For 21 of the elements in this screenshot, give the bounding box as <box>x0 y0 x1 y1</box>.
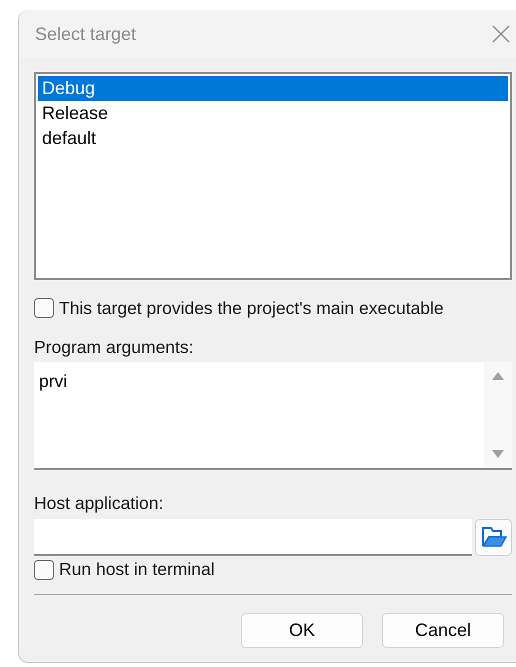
list-item[interactable]: Debug <box>38 76 508 101</box>
list-item[interactable]: Release <box>38 101 508 126</box>
arguments-field[interactable]: prvi <box>34 362 512 470</box>
scroll-up-icon[interactable] <box>492 372 504 380</box>
scroll-down-icon[interactable] <box>492 450 504 458</box>
checkbox-label: Run host in terminal <box>59 558 215 582</box>
checkbox-label: This target provides the project's main executable <box>59 296 444 320</box>
window-title: Select target <box>35 22 136 46</box>
checkbox[interactable] <box>34 298 54 318</box>
scrollbar[interactable] <box>484 362 512 468</box>
dialog-button[interactable]: Cancel <box>382 612 504 648</box>
dialog-button[interactable]: OK <box>241 612 363 648</box>
close-icon[interactable] <box>492 25 510 43</box>
folder-icon <box>480 526 506 548</box>
field-label: Program arguments: <box>34 336 194 359</box>
field-label: Host application: <box>34 492 164 516</box>
field-value: prvi <box>38 370 68 394</box>
browse-button[interactable] <box>475 518 512 556</box>
host-application-field[interactable] <box>34 518 472 556</box>
checkbox[interactable] <box>34 560 54 580</box>
list-item[interactable]: default <box>38 126 508 151</box>
